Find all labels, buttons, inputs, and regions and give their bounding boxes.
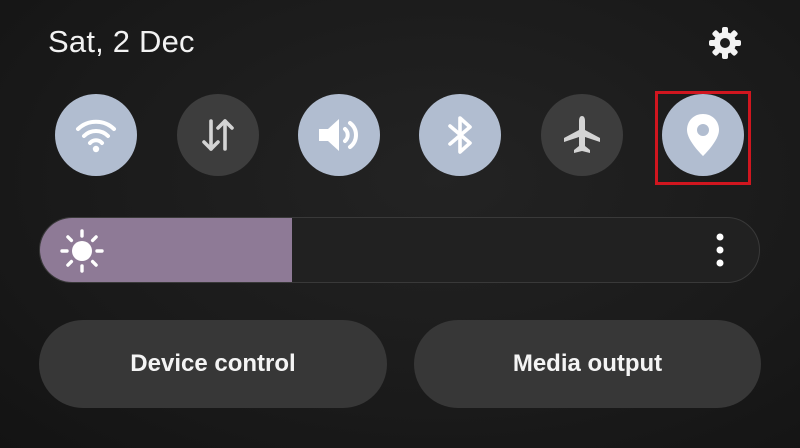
sound-icon [319, 119, 358, 151]
wifi-toggle[interactable] [55, 94, 137, 176]
mobile-data-icon [202, 119, 234, 151]
airplane-icon [564, 116, 600, 153]
sound-toggle[interactable] [298, 94, 380, 176]
location-icon [687, 114, 719, 156]
mobile-data-toggle[interactable] [177, 94, 259, 176]
device-control-button[interactable]: Device control [39, 320, 387, 408]
airplane-mode-toggle[interactable] [541, 94, 623, 176]
wifi-icon [76, 119, 116, 153]
location-toggle[interactable] [662, 94, 744, 176]
bluetooth-toggle[interactable] [419, 94, 501, 176]
bluetooth-icon [448, 116, 472, 154]
brightness-more-button[interactable] [705, 230, 735, 270]
media-output-label: Media output [512, 350, 663, 377]
date-label: Sat, 2 Dec [48, 24, 195, 59]
brightness-slider[interactable] [39, 217, 760, 283]
more-vertical-icon [716, 233, 724, 267]
settings-button[interactable] [704, 22, 746, 64]
device-control-label: Device control [130, 350, 296, 377]
sun-icon [60, 229, 104, 273]
media-output-button[interactable]: Media output [414, 320, 761, 408]
gear-icon [709, 27, 741, 59]
